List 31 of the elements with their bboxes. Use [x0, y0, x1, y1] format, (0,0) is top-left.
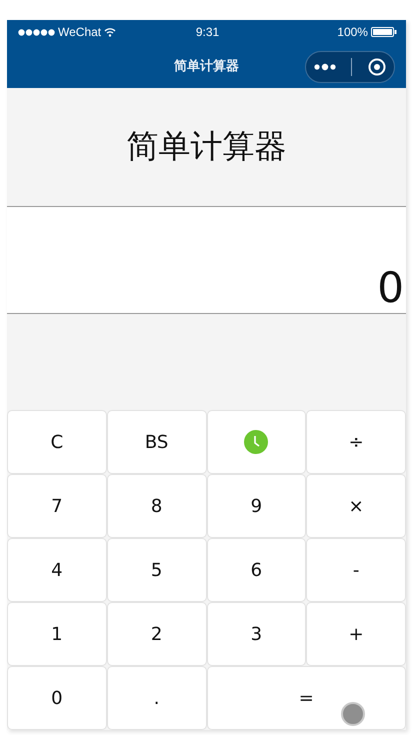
- key-button[interactable]: +: [306, 602, 406, 666]
- battery-icon: [370, 27, 397, 37]
- key-button[interactable]: ×: [306, 474, 406, 538]
- battery-percent: 100%: [337, 25, 368, 39]
- key-button[interactable]: ÷: [306, 410, 406, 474]
- app-title: 简单计算器: [126, 126, 286, 167]
- status-time: 9:31: [196, 25, 220, 39]
- key-button[interactable]: 4: [7, 538, 107, 602]
- wifi-icon: [104, 28, 116, 36]
- key-button[interactable]: 3: [206, 602, 306, 666]
- key-button[interactable]: .: [106, 666, 206, 730]
- key-button[interactable]: BS: [106, 410, 206, 474]
- key-button[interactable]: =: [206, 666, 406, 730]
- key-button[interactable]: 2: [106, 602, 206, 666]
- key-button[interactable]: 5: [106, 538, 206, 602]
- key-button[interactable]: 0: [7, 666, 107, 730]
- key-button[interactable]: 8: [106, 474, 206, 538]
- key-button[interactable]: 6: [206, 538, 306, 602]
- key-button[interactable]: 1: [7, 602, 107, 666]
- signal-icon: [18, 28, 55, 36]
- key-button[interactable]: -: [306, 538, 406, 602]
- key-button[interactable]: C: [7, 410, 107, 474]
- capsule-menu[interactable]: [305, 51, 395, 83]
- carrier-name: WeChat: [58, 25, 102, 39]
- display-value: 0: [377, 267, 404, 309]
- nav-title: 简单计算器: [174, 58, 239, 75]
- clock-icon: [244, 430, 268, 454]
- key-button[interactable]: 7: [7, 474, 107, 538]
- close-icon[interactable]: [368, 58, 386, 76]
- key-button[interactable]: 9: [206, 474, 306, 538]
- more-icon[interactable]: [314, 63, 336, 71]
